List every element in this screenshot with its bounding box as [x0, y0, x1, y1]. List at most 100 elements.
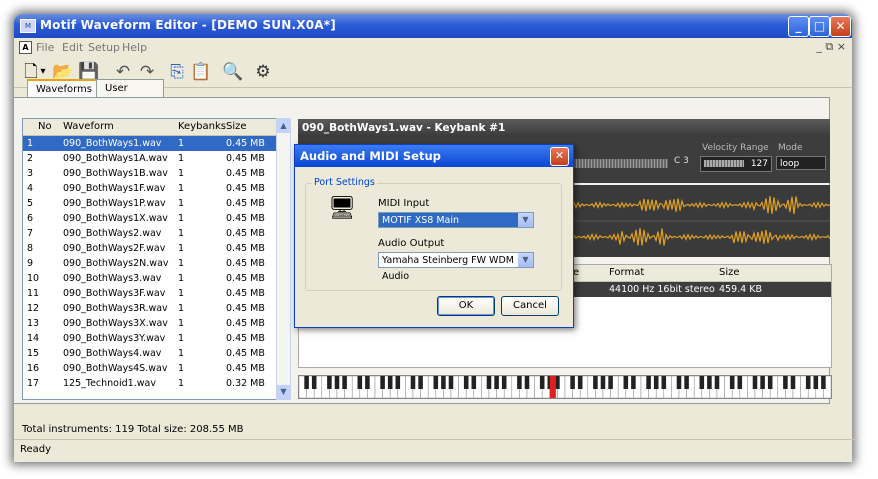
col-keybanks[interactable]: Keybanks	[178, 121, 226, 132]
black-key[interactable]	[577, 376, 583, 389]
black-key[interactable]	[699, 376, 705, 389]
black-key[interactable]	[790, 376, 796, 389]
black-key[interactable]	[418, 376, 423, 389]
close-button[interactable]: ✕	[830, 16, 851, 37]
scroll-down-icon[interactable]: ▼	[277, 385, 290, 399]
key-range-meter[interactable]	[568, 159, 668, 168]
black-key[interactable]	[311, 376, 317, 389]
black-key[interactable]	[494, 376, 499, 389]
black-key[interactable]	[714, 376, 720, 389]
black-key[interactable]	[570, 376, 575, 389]
mdi-controls[interactable]: _ ⧉ ×	[816, 40, 846, 54]
paste-icon[interactable]: 📋	[190, 61, 212, 83]
black-key[interactable]	[410, 376, 416, 389]
black-key[interactable]	[387, 376, 393, 389]
black-key[interactable]	[752, 376, 758, 389]
black-key[interactable]	[821, 376, 826, 389]
black-key[interactable]	[646, 376, 651, 389]
ok-button[interactable]: OK	[437, 296, 495, 316]
list-scrollbar[interactable]: ▲ ▼	[276, 118, 291, 400]
col-size[interactable]: Size	[226, 121, 247, 132]
cancel-button[interactable]: Cancel	[501, 296, 559, 316]
audio-output-select[interactable]: Yamaha Steinberg FW WDM Audio ▼	[378, 252, 534, 282]
scroll-up-icon[interactable]: ▲	[277, 119, 290, 133]
list-item[interactable]: 2 090_BothWays1A.wav 1 0.45 MB	[23, 151, 277, 166]
list-item[interactable]: 7 090_BothWays2.wav 1 0.45 MB	[23, 226, 277, 241]
list-item[interactable]: 10 090_BothWays3.wav 1 0.45 MB	[23, 271, 277, 286]
black-key[interactable]	[737, 376, 743, 389]
black-key[interactable]	[471, 376, 477, 389]
chevron-down-icon[interactable]: ▼	[518, 213, 533, 227]
list-item[interactable]: 1 090_BothWays1.wav 1 0.45 MB	[23, 136, 277, 151]
black-key[interactable]	[441, 376, 446, 389]
tab-user-voices[interactable]: User Voices	[96, 79, 164, 111]
black-key[interactable]	[653, 376, 659, 389]
black-key[interactable]	[600, 376, 606, 389]
keyboard-settings-icon[interactable]: ⚙	[252, 61, 274, 83]
menu-setup[interactable]: Setup	[88, 41, 120, 54]
black-key[interactable]	[357, 376, 363, 389]
search-icon[interactable]: 🔍	[222, 61, 244, 83]
maximize-button[interactable]: □	[809, 16, 830, 37]
chevron-down-icon[interactable]: ▼	[518, 253, 533, 267]
black-key[interactable]	[380, 376, 385, 389]
black-key[interactable]	[707, 376, 712, 389]
list-item[interactable]: 14 090_BothWays3Y.wav 1 0.45 MB	[23, 331, 277, 346]
black-key[interactable]	[593, 376, 598, 389]
list-item[interactable]: 11 090_BothWays3F.wav 1 0.45 MB	[23, 286, 277, 301]
black-key[interactable]	[623, 376, 629, 389]
title-bar[interactable]: M Motif Waveform Editor - [DEMO SUN.X0A*…	[14, 14, 852, 38]
list-item[interactable]: 3 090_BothWays1B.wav 1 0.45 MB	[23, 166, 277, 181]
black-key[interactable]	[684, 376, 689, 389]
menu-file[interactable]: File	[36, 41, 54, 54]
list-item[interactable]: 17 125_Technoid1.wav 1 0.32 MB	[23, 376, 277, 391]
velocity-range-field[interactable]: 127	[700, 156, 772, 172]
list-item[interactable]: 5 090_BothWays1P.wav 1 0.45 MB	[23, 196, 277, 211]
black-key[interactable]	[760, 376, 765, 389]
col-waveform[interactable]: Waveform	[63, 121, 114, 132]
black-key[interactable]	[608, 376, 613, 389]
list-item[interactable]: 12 090_BothWays3R.wav 1 0.45 MB	[23, 301, 277, 316]
list-item[interactable]: 8 090_BothWays2F.wav 1 0.45 MB	[23, 241, 277, 256]
black-key[interactable]	[631, 376, 636, 389]
black-key[interactable]	[676, 376, 682, 389]
black-key[interactable]	[729, 376, 735, 389]
tab-waveforms[interactable]: Waveforms	[27, 79, 97, 99]
list-item[interactable]: 9 090_BothWays2N.wav 1 0.45 MB	[23, 256, 277, 271]
black-key[interactable]	[365, 376, 370, 389]
black-key[interactable]	[327, 376, 332, 389]
waveform-list[interactable]: No Waveform Keybanks Size 1 090_BothWays1…	[22, 118, 278, 400]
black-key[interactable]	[524, 376, 530, 389]
list-item[interactable]: 15 090_BothWays4.wav 1 0.45 MB	[23, 346, 277, 361]
copy-icon[interactable]: ⎘	[166, 61, 188, 83]
col-no[interactable]: No	[38, 121, 52, 132]
black-key[interactable]	[334, 376, 340, 389]
black-key[interactable]	[813, 376, 819, 389]
dialog-title[interactable]: Audio and MIDI Setup	[295, 145, 573, 167]
menu-edit[interactable]: Edit	[62, 41, 83, 54]
black-key[interactable]	[783, 376, 788, 389]
mode-select[interactable]: loop	[776, 156, 826, 170]
black-key[interactable]	[501, 376, 507, 389]
black-key[interactable]	[539, 376, 545, 389]
black-key[interactable]	[395, 376, 401, 389]
black-key[interactable]	[486, 376, 492, 389]
black-key[interactable]	[448, 376, 454, 389]
list-item[interactable]: 16 090_BothWays4S.wav 1 0.45 MB	[23, 361, 277, 376]
menu-help[interactable]: Help	[122, 41, 147, 54]
list-item[interactable]: 13 090_BothWays3X.wav 1 0.45 MB	[23, 316, 277, 331]
black-key[interactable]	[767, 376, 773, 389]
dialog-close-button[interactable]: ✕	[550, 147, 569, 166]
black-key[interactable]	[805, 376, 811, 389]
list-item[interactable]: 4 090_BothWays1F.wav 1 0.45 MB	[23, 181, 277, 196]
minimize-button[interactable]: _	[788, 16, 809, 37]
black-key[interactable]	[517, 376, 522, 389]
black-key[interactable]	[342, 376, 347, 389]
black-key[interactable]	[304, 376, 309, 389]
midi-input-select[interactable]: MOTIF XS8 Main ▼	[378, 212, 534, 228]
black-key[interactable]	[433, 376, 439, 389]
list-item[interactable]: 6 090_BothWays1X.wav 1 0.45 MB	[23, 211, 277, 226]
black-key[interactable]	[463, 376, 469, 389]
document-icon[interactable]: A	[19, 41, 32, 54]
black-key[interactable]	[661, 376, 667, 389]
